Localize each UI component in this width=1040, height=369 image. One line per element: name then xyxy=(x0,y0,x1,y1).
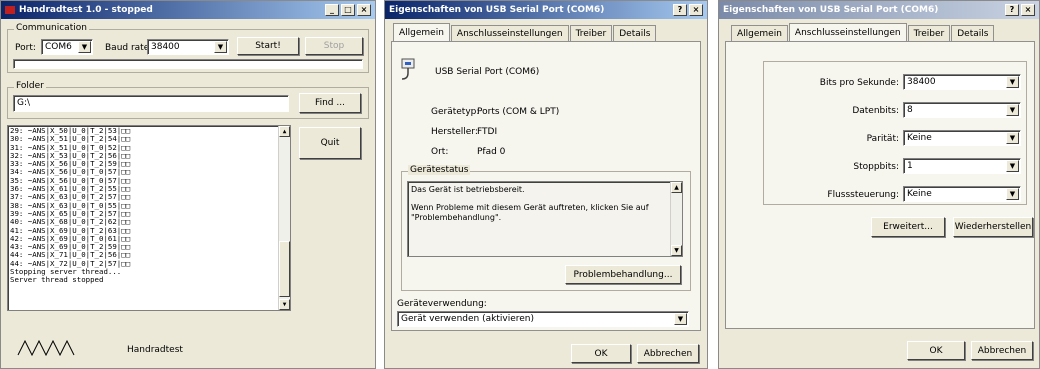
scroll-down-icon[interactable]: ▼ xyxy=(671,245,682,256)
footer-label: Handradtest xyxy=(127,345,183,355)
tab-general[interactable]: Allgemein xyxy=(393,23,450,42)
tab-port-settings[interactable]: Anschlusseinstellungen xyxy=(450,25,569,42)
window-title: Eigenschaften von USB Serial Port (COM6) xyxy=(389,5,605,15)
restore-defaults-button[interactable]: Wiederherstellen xyxy=(953,217,1033,237)
chevron-down-icon[interactable]: ▼ xyxy=(1006,76,1019,88)
manufacturer-label: Hersteller: xyxy=(431,127,478,137)
troubleshoot-button[interactable]: Problembehandlung... xyxy=(565,265,681,284)
stop-button[interactable]: Stop xyxy=(305,37,363,55)
data-bits-select[interactable]: 8 ▼ xyxy=(903,102,1021,118)
baud-rate-value: 38400 xyxy=(151,42,180,52)
close-button[interactable]: × xyxy=(357,4,371,16)
flow-control-value: Keine xyxy=(907,189,932,199)
close-button[interactable]: × xyxy=(1021,4,1035,16)
tab-details[interactable]: Details xyxy=(951,25,995,42)
device-usage-label: Geräteverwendung: xyxy=(397,299,487,309)
quit-button[interactable]: Quit xyxy=(299,127,361,159)
tab-driver[interactable]: Treiber xyxy=(907,25,951,42)
progress-bar xyxy=(13,59,363,69)
tab-port-settings[interactable]: Anschlusseinstellungen xyxy=(788,23,907,42)
help-button[interactable]: ? xyxy=(1005,4,1019,16)
manufacturer-value: FTDI xyxy=(477,127,498,137)
scroll-down-icon[interactable]: ▼ xyxy=(279,299,290,310)
device-type-label: Gerätetyp: xyxy=(431,107,480,117)
flow-control-select[interactable]: Keine ▼ xyxy=(903,186,1021,202)
ok-button[interactable]: OK xyxy=(907,341,965,360)
cancel-button[interactable]: Abbrechen xyxy=(971,341,1033,360)
chevron-down-icon[interactable]: ▼ xyxy=(1006,132,1019,144)
bits-per-second-label: Bits pro Sekunde: xyxy=(819,78,899,88)
properties-titlebar[interactable]: Eigenschaften von USB Serial Port (COM6)… xyxy=(385,1,707,19)
status-line-1: Das Gerät ist betriebsbereit. xyxy=(411,185,525,194)
port-select[interactable]: COM6 ▼ xyxy=(41,39,93,55)
maximize-button[interactable]: □ xyxy=(341,4,355,16)
scroll-up-icon[interactable]: ▲ xyxy=(671,182,682,193)
stop-bits-value: 1 xyxy=(907,161,913,171)
ok-button[interactable]: OK xyxy=(571,344,631,363)
properties-general-window: Eigenschaften von USB Serial Port (COM6)… xyxy=(384,0,708,369)
parity-select[interactable]: Keine ▼ xyxy=(903,130,1021,146)
device-usage-select[interactable]: Gerät verwenden (aktivieren) ▼ xyxy=(397,311,689,327)
help-button[interactable]: ? xyxy=(673,4,687,16)
cancel-button[interactable]: Abbrechen xyxy=(637,344,699,363)
device-type-value: Ports (COM & LPT) xyxy=(477,107,560,117)
port-label: Port: xyxy=(15,43,36,53)
tab-strip: Allgemein Anschlusseinstellungen Treiber… xyxy=(393,23,657,42)
properties-port-settings-window: Eigenschaften von USB Serial Port (COM6)… xyxy=(718,0,1040,369)
scroll-up-icon[interactable]: ▲ xyxy=(279,126,290,137)
bits-per-second-select[interactable]: 38400 ▼ xyxy=(903,74,1021,90)
tab-general[interactable]: Allgemein xyxy=(731,25,788,42)
serial-port-icon xyxy=(401,58,415,80)
scroll-thumb[interactable] xyxy=(279,241,290,297)
bits-per-second-value: 38400 xyxy=(907,77,936,87)
properties-titlebar[interactable]: Eigenschaften von USB Serial Port (COM6)… xyxy=(719,1,1039,19)
tab-details[interactable]: Details xyxy=(613,25,657,42)
device-status-label: Gerätestatus xyxy=(408,165,471,175)
baud-rate-label: Baud rate: xyxy=(105,43,153,53)
log-listbox[interactable]: 29: ~ANS|X_50|U_0|T_2|53|□□ 30: ~ANS|X_51… xyxy=(7,125,291,311)
status-line-2: Wenn Probleme mit diesem Gerät auftreten… xyxy=(411,203,649,222)
chevron-down-icon[interactable]: ▼ xyxy=(78,41,91,53)
chevron-down-icon[interactable]: ▼ xyxy=(1006,104,1019,116)
stop-bits-select[interactable]: 1 ▼ xyxy=(903,158,1021,174)
communication-group-label: Communication xyxy=(14,23,89,33)
folder-path-input[interactable]: G:\ xyxy=(13,95,289,112)
advanced-button[interactable]: Erweitert... xyxy=(871,217,945,237)
location-value: Pfad 0 xyxy=(477,147,506,157)
location-label: Ort: xyxy=(431,147,449,157)
app-icon xyxy=(5,6,15,14)
handradtest-titlebar[interactable]: Handradtest 1.0 - stopped _ □ × xyxy=(1,1,375,19)
chevron-down-icon[interactable]: ▼ xyxy=(674,313,687,325)
tab-driver[interactable]: Treiber xyxy=(569,25,613,42)
minimize-button[interactable]: _ xyxy=(325,4,339,16)
folder-group-label: Folder xyxy=(14,81,46,91)
waveform-icon xyxy=(17,339,75,357)
data-bits-value: 8 xyxy=(907,105,913,115)
chevron-down-icon[interactable]: ▼ xyxy=(1006,160,1019,172)
window-title: Eigenschaften von USB Serial Port (COM6) xyxy=(723,5,939,15)
device-usage-value: Gerät verwenden (aktivieren) xyxy=(401,314,534,324)
log-lines: 29: ~ANS|X_50|U_0|T_2|53|□□ 30: ~ANS|X_51… xyxy=(10,126,288,285)
flow-control-label: Flusssteuerung: xyxy=(827,190,899,200)
window-title: Handradtest 1.0 - stopped xyxy=(19,5,153,15)
find-button[interactable]: Find ... xyxy=(299,93,361,113)
status-scrollbar[interactable]: ▲ ▼ xyxy=(670,182,682,256)
close-button[interactable]: × xyxy=(689,4,703,16)
parity-value: Keine xyxy=(907,133,932,143)
device-status-text[interactable]: Das Gerät ist betriebsbereit. Wenn Probl… xyxy=(407,181,683,257)
port-value: COM6 xyxy=(45,42,72,52)
chevron-down-icon[interactable]: ▼ xyxy=(1006,188,1019,200)
stop-bits-label: Stoppbits: xyxy=(853,162,899,172)
handradtest-window: Handradtest 1.0 - stopped _ □ × Communic… xyxy=(0,0,376,369)
log-line: Server thread stopped xyxy=(10,275,104,285)
chevron-down-icon[interactable]: ▼ xyxy=(214,41,227,53)
tab-strip: Allgemein Anschlusseinstellungen Treiber… xyxy=(731,23,995,42)
data-bits-label: Datenbits: xyxy=(852,106,899,116)
parity-label: Parität: xyxy=(866,134,899,144)
log-scrollbar[interactable]: ▲ ▼ xyxy=(278,126,290,310)
baud-rate-select[interactable]: 38400 ▼ xyxy=(147,39,229,55)
device-name: USB Serial Port (COM6) xyxy=(435,67,540,77)
start-button[interactable]: Start! xyxy=(237,37,299,55)
